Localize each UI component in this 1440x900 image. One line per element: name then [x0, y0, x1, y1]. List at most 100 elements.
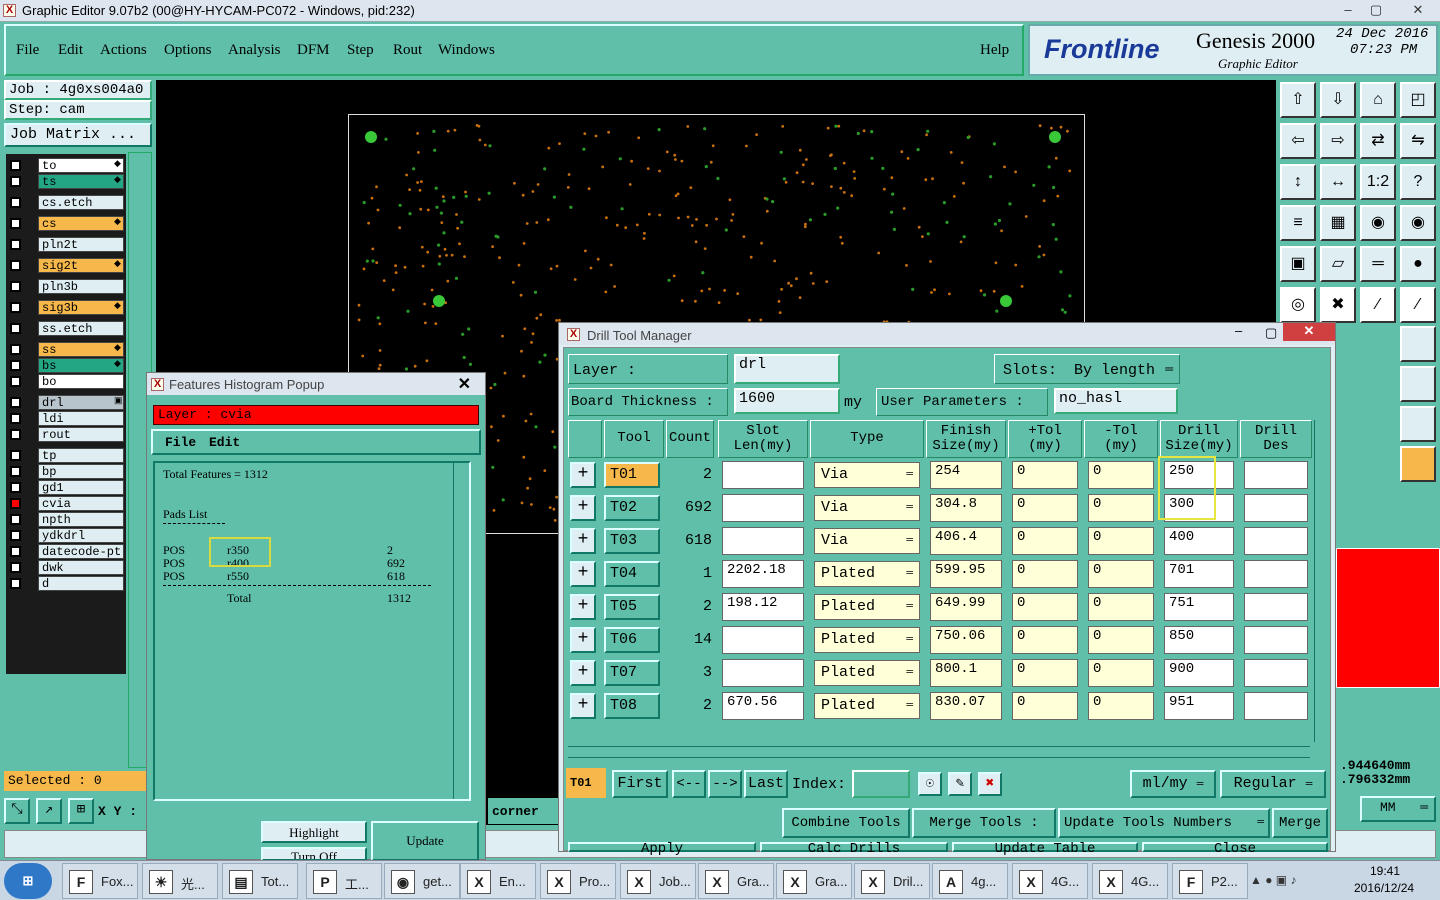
taskbar-item[interactable]: X 4G... — [1012, 863, 1088, 899]
minus-tol-input[interactable]: 0 — [1088, 461, 1154, 489]
tool-id-button[interactable]: T05 — [604, 594, 660, 620]
expand-row-icon[interactable]: + — [570, 528, 596, 554]
expand-row-icon[interactable]: + — [570, 462, 596, 488]
user-params-value[interactable]: no_hasl — [1054, 388, 1178, 414]
layer-row[interactable]: d — [8, 576, 124, 591]
type-dropdown[interactable]: Via ═ — [814, 495, 920, 521]
layer-row[interactable]: pln3b — [8, 279, 124, 294]
frame-icon[interactable]: ▣ — [1280, 246, 1316, 282]
menu-step[interactable]: Step — [347, 42, 374, 59]
finish-size-input[interactable]: 304.8 — [930, 494, 1002, 522]
tool-id-button[interactable]: T08 — [604, 693, 660, 719]
layer-row[interactable]: cs ◆ — [8, 216, 124, 231]
minus-tol-input[interactable]: 0 — [1088, 659, 1154, 687]
finish-size-input[interactable]: 406.4 — [930, 527, 1002, 555]
tool-id-button[interactable]: T03 — [604, 528, 660, 554]
layer-checkbox[interactable] — [10, 160, 21, 171]
layer-checkbox[interactable] — [10, 514, 21, 525]
drill-size-input[interactable]: 751 — [1164, 593, 1234, 621]
minus-tol-input[interactable]: 0 — [1088, 692, 1154, 720]
layer-checkbox[interactable] — [10, 498, 21, 509]
layer-row[interactable]: bo — [8, 374, 124, 389]
layer-name[interactable]: cs — [38, 216, 124, 231]
drill-des-input[interactable] — [1244, 461, 1308, 489]
move-right-icon[interactable]: ⇨ — [1320, 123, 1356, 159]
shape-icon[interactable]: ▱ — [1320, 246, 1356, 282]
plus-tol-input[interactable]: 0 — [1012, 626, 1078, 654]
plus-tol-input[interactable]: 0 — [1012, 659, 1078, 687]
plus-tol-input[interactable]: 0 — [1012, 494, 1078, 522]
layer-row[interactable]: sig2t ◆ — [8, 258, 124, 273]
taskbar-item[interactable]: A 4g... — [932, 863, 1008, 899]
prev-button[interactable]: <-- — [672, 770, 706, 798]
dtm-minimize-button[interactable]: – — [1235, 323, 1242, 338]
type-dropdown[interactable]: Via ═ — [814, 462, 920, 488]
layer-row[interactable]: ts ◆ — [8, 174, 124, 189]
minus-tol-input[interactable]: 0 — [1088, 560, 1154, 588]
flip-icon[interactable]: ⇋ — [1400, 123, 1436, 159]
layer-name[interactable]: ts — [38, 174, 124, 189]
taskbar-item[interactable]: X En... — [460, 863, 536, 899]
expand-row-icon[interactable]: + — [570, 660, 596, 686]
expand-row-icon[interactable]: + — [570, 627, 596, 653]
layer-row[interactable]: ydkdrl — [8, 528, 124, 543]
combine-tools-button[interactable]: Combine Tools — [782, 808, 910, 838]
layer-row[interactable]: bp — [8, 464, 124, 479]
plus-tol-input[interactable]: 0 — [1012, 692, 1078, 720]
filter-icon[interactable]: ≡ — [1280, 205, 1316, 241]
expand-row-icon[interactable]: + — [570, 561, 596, 587]
delete-icon[interactable]: ✖ — [978, 772, 1002, 796]
dtm-maximize-button[interactable]: ▢ — [1265, 325, 1277, 341]
taskbar-item[interactable]: X Pro... — [540, 863, 616, 899]
bulb-icon[interactable]: ☉ — [918, 772, 942, 796]
taskbar-item[interactable]: ☀ 光... — [142, 863, 218, 899]
menu-analysis[interactable]: Analysis — [228, 42, 281, 59]
merge-tools-button[interactable]: Merge Tools : — [912, 808, 1056, 838]
expand-row-icon[interactable]: + — [570, 693, 596, 719]
histogram-scrollbar[interactable] — [453, 463, 467, 799]
stretch-v-icon[interactable]: ↕ — [1280, 164, 1316, 200]
layer-checkbox[interactable] — [10, 376, 21, 387]
menu-help[interactable]: Help — [980, 42, 1009, 59]
close-button[interactable]: ✕ — [1396, 0, 1440, 20]
highlight-button[interactable]: Highlight — [261, 821, 367, 843]
taskbar-item[interactable]: X 4G... — [1092, 863, 1168, 899]
tool-id-button[interactable]: T02 — [604, 495, 660, 521]
layer-checkbox[interactable] — [10, 197, 21, 208]
layer-name[interactable]: to — [38, 158, 124, 173]
layer-checkbox[interactable] — [10, 360, 21, 371]
layer-name[interactable]: ldi — [38, 411, 124, 426]
slot-len-input[interactable]: 670.56 — [722, 692, 804, 720]
layer-checkbox[interactable] — [10, 429, 21, 440]
finish-size-input[interactable]: 599.95 — [930, 560, 1002, 588]
index-input[interactable] — [852, 770, 910, 798]
dtm-close-button[interactable]: ✕ — [1283, 323, 1335, 341]
type-dropdown[interactable]: Plated ═ — [814, 594, 920, 620]
measure-icon[interactable]: ↗ — [36, 798, 62, 824]
layer-row[interactable]: bs ◆ — [8, 358, 124, 373]
layer-name[interactable]: bs — [38, 358, 124, 373]
drill-size-input[interactable]: 400 — [1164, 527, 1234, 555]
minus-tol-input[interactable]: 0 — [1088, 527, 1154, 555]
drill-size-input[interactable]: 951 — [1164, 692, 1234, 720]
taskbar-item[interactable]: P 工... — [306, 863, 382, 899]
side-tool-icon[interactable] — [1400, 446, 1436, 482]
side-tool-icon[interactable] — [1400, 326, 1436, 362]
line2-icon[interactable]: ∕ — [1400, 287, 1436, 323]
layer-name[interactable]: cvia — [38, 496, 124, 511]
grid-icon[interactable]: ▦ — [1320, 205, 1356, 241]
grid-icon[interactable]: ⊞ — [68, 798, 94, 824]
plus-tol-input[interactable]: 0 — [1012, 593, 1078, 621]
menu-file[interactable]: File — [16, 42, 39, 59]
slot-len-input[interactable] — [722, 659, 804, 687]
tool-id-button[interactable]: T06 — [604, 627, 660, 653]
menu-dfm[interactable]: DFM — [297, 42, 330, 59]
finish-size-input[interactable]: 649.99 — [930, 593, 1002, 621]
layer-name[interactable]: datecode-pt — [38, 544, 124, 559]
menu-rout[interactable]: Rout — [393, 42, 422, 59]
taskbar-item[interactable]: X Dril... — [854, 863, 930, 899]
layer-checkbox[interactable] — [10, 466, 21, 477]
layer-checkbox[interactable] — [10, 344, 21, 355]
taskbar-item[interactable]: ▤ Tot... — [222, 863, 298, 899]
type-dropdown[interactable]: Plated ═ — [814, 693, 920, 719]
